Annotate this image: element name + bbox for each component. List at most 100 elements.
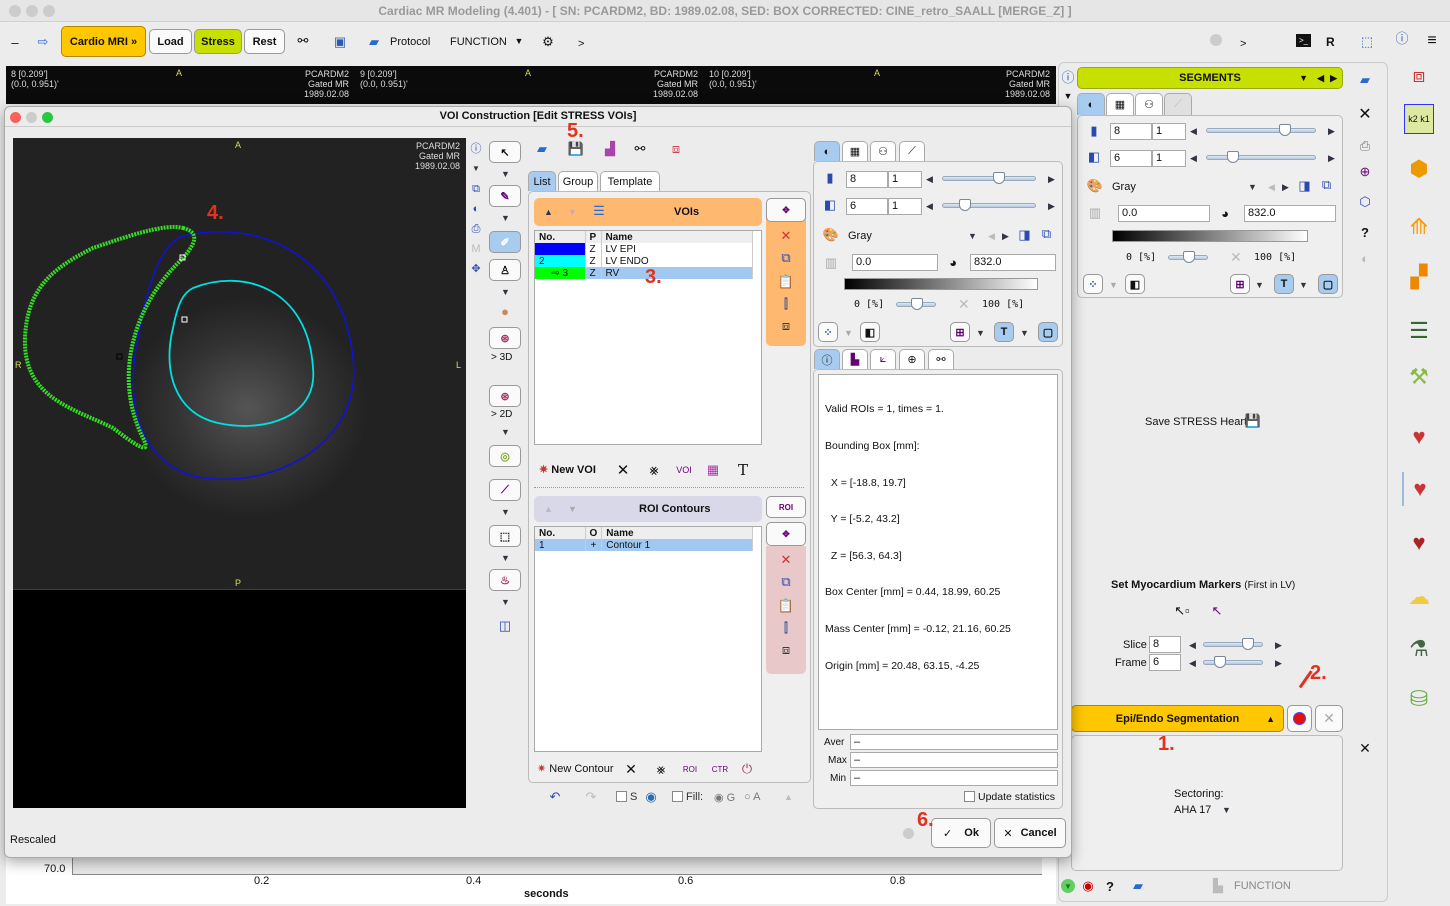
tab-contrast[interactable]: ◐	[814, 141, 840, 161]
target-icon[interactable]: ◉	[1081, 878, 1095, 893]
dropdown-icon[interactable]: ▼	[501, 427, 510, 437]
strip-pane[interactable]: 9 [0.209'] (0.0, 0.951)' A PCARDM2 Gated M…	[355, 66, 704, 104]
line-tool[interactable]: ⟋	[489, 479, 521, 501]
marker-frame-prev-icon[interactable]: ◀	[1189, 658, 1196, 669]
frame-toggle-button[interactable]: ▢	[1038, 322, 1058, 342]
stress-button[interactable]: Stress	[194, 29, 242, 54]
open-folder-icon[interactable]: ▰	[1355, 71, 1375, 89]
brain-icon[interactable]: ☁	[1404, 582, 1434, 612]
split-tool[interactable]: ◫	[495, 617, 515, 635]
frame-step-input[interactable]: 1	[888, 198, 922, 215]
r-button[interactable]: R	[1326, 35, 1335, 49]
close-all-icon[interactable]: ✕	[1355, 105, 1375, 123]
slice-next-icon[interactable]: ▶	[1328, 126, 1335, 137]
dropdown-icon[interactable]: ▼	[501, 507, 510, 517]
marker-slice-prev-icon[interactable]: ◀	[1189, 640, 1196, 651]
slice-next-icon[interactable]: ▶	[1048, 174, 1055, 185]
aha-dropdown-icon[interactable]: ▼	[1222, 805, 1231, 815]
lut-dropdown-icon[interactable]: ▼	[1248, 182, 1257, 192]
s-checkbox[interactable]	[616, 791, 627, 802]
redo-icon[interactable]: ↷	[584, 789, 598, 804]
marker-frame-next-icon[interactable]: ▶	[1275, 658, 1282, 669]
slice-input[interactable]: 8	[1110, 123, 1152, 140]
paste-voi-icon[interactable]: 📋	[778, 274, 794, 290]
reset-icon[interactable]: ✕	[1230, 249, 1242, 266]
slice-slider[interactable]	[1206, 124, 1316, 136]
marker-cursor-icon[interactable]: ↖▫	[1173, 603, 1191, 619]
voi-row[interactable]: 1 Z LV EPI	[535, 243, 753, 255]
puzzle-icon[interactable]: ▞	[1404, 262, 1434, 292]
strip-pane[interactable]: 10 [0.209'] (0.0, 0.951)' A PCARDM2 Gated …	[704, 66, 1056, 104]
slice-slider[interactable]	[942, 172, 1036, 184]
grid-button[interactable]: ⊞	[950, 322, 970, 342]
a-radio[interactable]: ○ A	[744, 791, 760, 803]
layout-dropdown-icon[interactable]: ▼	[844, 328, 853, 338]
text-overlay-button[interactable]: T	[1274, 274, 1294, 294]
voi-settings-icon[interactable]: ⧈	[778, 318, 794, 334]
flask-icon[interactable]: ⚗	[1404, 634, 1434, 664]
segments-selector[interactable]: SEGMENTS ▼ ◀ ▶	[1077, 67, 1343, 89]
save-voi-icon[interactable]: 💾	[567, 141, 585, 157]
dropdown-icon[interactable]: ▼	[501, 213, 510, 223]
marker-slice-slider[interactable]	[1203, 638, 1263, 650]
threshold-tool[interactable]: ♙	[489, 259, 521, 281]
tab-fusion[interactable]: ⚇	[870, 141, 896, 161]
folder-icon[interactable]: ▰	[1129, 878, 1147, 893]
epi-endo-segmentation-button[interactable]: Epi/Endo Segmentation ▲	[1071, 705, 1284, 732]
help-icon[interactable]: ?	[1103, 879, 1117, 894]
move-up-icon[interactable]: ▲	[544, 504, 553, 514]
slice-input[interactable]: 8	[846, 171, 888, 188]
tab-template[interactable]: Template	[600, 171, 660, 191]
network-icon[interactable]: ⚙	[538, 32, 558, 52]
menu-icon[interactable]: ≡	[1424, 32, 1440, 50]
prev-icon[interactable]: ◀	[1317, 73, 1324, 84]
pen-tool[interactable]: ✎	[489, 185, 521, 207]
ok-button[interactable]: ✓ Ok	[931, 818, 991, 848]
link-icon[interactable]: ⚯	[294, 32, 312, 50]
m-icon[interactable]: M	[468, 239, 484, 259]
text-dropdown-icon[interactable]: ▼	[1299, 280, 1308, 290]
marker-slice-input[interactable]: 8	[1149, 636, 1181, 653]
lut-settings-icon[interactable]: ⧉	[1040, 226, 1053, 241]
mirror-voi-icon[interactable]: ⫿	[778, 296, 794, 312]
text-dropdown-icon[interactable]: ▼	[1020, 328, 1029, 338]
text-icon[interactable]: T	[735, 461, 751, 479]
segment-2d-tool[interactable]: ⊛	[489, 385, 521, 407]
tab-layout[interactable]: ▦	[842, 141, 868, 161]
function-dropdown-icon[interactable]: ▼	[512, 34, 526, 48]
column-no[interactable]: No.	[535, 527, 586, 539]
marker-slice-next-icon[interactable]: ▶	[1275, 640, 1282, 651]
collapse-up-icon[interactable]: ▲	[1266, 714, 1275, 724]
marker-frame-input[interactable]: 6	[1149, 654, 1181, 671]
frame-toggle-button[interactable]: ▢	[1318, 274, 1338, 294]
grid-dropdown-icon[interactable]: ▼	[976, 328, 985, 338]
overlay-button[interactable]: ◧	[1125, 274, 1145, 294]
close-panel-icon[interactable]: ✕	[1355, 739, 1375, 757]
frame-next-icon[interactable]: ▶	[1328, 153, 1335, 164]
open-voi-icon[interactable]: ▰	[533, 141, 551, 157]
pipeline-icon[interactable]: ⟰	[1404, 212, 1434, 242]
frame-input[interactable]: 6	[1110, 150, 1152, 167]
delete-roi-icon[interactable]: ✕	[778, 552, 794, 568]
organ-tool[interactable]: ♨	[489, 569, 521, 591]
new-contour-button[interactable]: ✷ New Contour	[537, 762, 613, 775]
max-input[interactable]: 832.0	[1244, 205, 1336, 222]
min-input[interactable]: 0.0	[852, 254, 938, 271]
dropdown-icon[interactable]: ▼	[501, 553, 510, 563]
column-no[interactable]: No.	[535, 231, 586, 243]
layout-button[interactable]: ⁘	[818, 322, 838, 342]
roi-settings-icon[interactable]: ⧈	[778, 642, 794, 658]
delete-all-contours-icon[interactable]: ⨳	[653, 761, 669, 777]
save-heart-icon[interactable]: 💾	[1245, 413, 1261, 429]
compartment-model-icon[interactable]: k2 k1	[1404, 104, 1434, 134]
tab-layout[interactable]: ▦	[1106, 93, 1134, 115]
record-button[interactable]	[1287, 705, 1312, 732]
frame-input[interactable]: 6	[846, 198, 888, 215]
layout-icon[interactable]: ⧉	[468, 179, 484, 199]
slice-step-input[interactable]: 1	[1152, 123, 1186, 140]
lut-label[interactable]: Gray	[848, 230, 872, 242]
layout-button[interactable]: ⁘	[1083, 274, 1103, 294]
delete-all-icon[interactable]: ⨳	[645, 462, 663, 479]
mri-image[interactable]: A P R L PCARDM2 Gated MR 1989.02.08	[13, 138, 466, 590]
roi-icon[interactable]: ROI	[681, 761, 699, 777]
